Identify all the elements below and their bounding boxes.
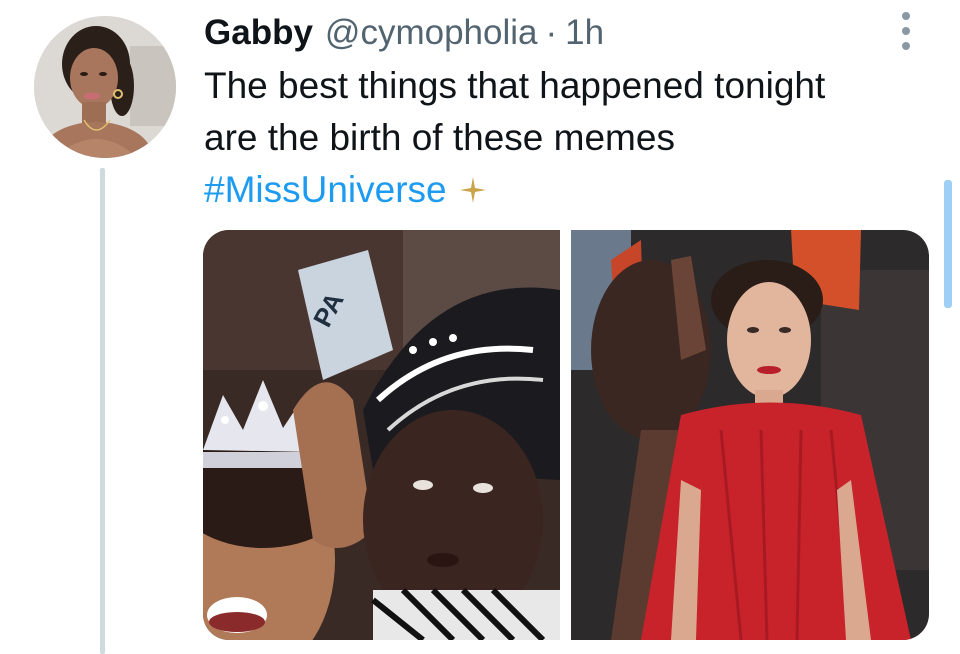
tweet-timestamp[interactable]: 1h [565, 10, 604, 56]
tweet-photo-right[interactable] [571, 230, 929, 640]
tweet-header: Gabby @cymopholia · 1h [204, 10, 604, 56]
more-options-button[interactable] [890, 10, 924, 52]
tweet-photo-left[interactable]: PA [203, 230, 560, 640]
tweet-text-line: are the birth of these memes [204, 117, 675, 158]
sparkle-icon [459, 177, 486, 203]
red-dress-photo [571, 230, 929, 640]
scrollbar-thumb[interactable] [944, 180, 952, 308]
more-vertical-icon-dot [902, 27, 910, 35]
more-vertical-icon-dot [902, 42, 910, 50]
tweet-text-line: The best things that happened tonight [204, 65, 826, 106]
thread-line [100, 168, 105, 654]
tweet-text: The best things that happened tonight ar… [204, 60, 904, 164]
crowning-photo: PA [203, 230, 560, 640]
author-handle[interactable]: @cymopholia [325, 10, 538, 56]
more-vertical-icon [902, 12, 910, 20]
hashtag-row: #MissUniverse [204, 164, 487, 216]
avatar-photo [34, 16, 176, 158]
separator-dot: · [545, 13, 558, 52]
author-display-name[interactable]: Gabby [204, 10, 313, 56]
author-avatar[interactable] [34, 16, 176, 158]
hashtag-link[interactable]: #MissUniverse [204, 164, 447, 216]
